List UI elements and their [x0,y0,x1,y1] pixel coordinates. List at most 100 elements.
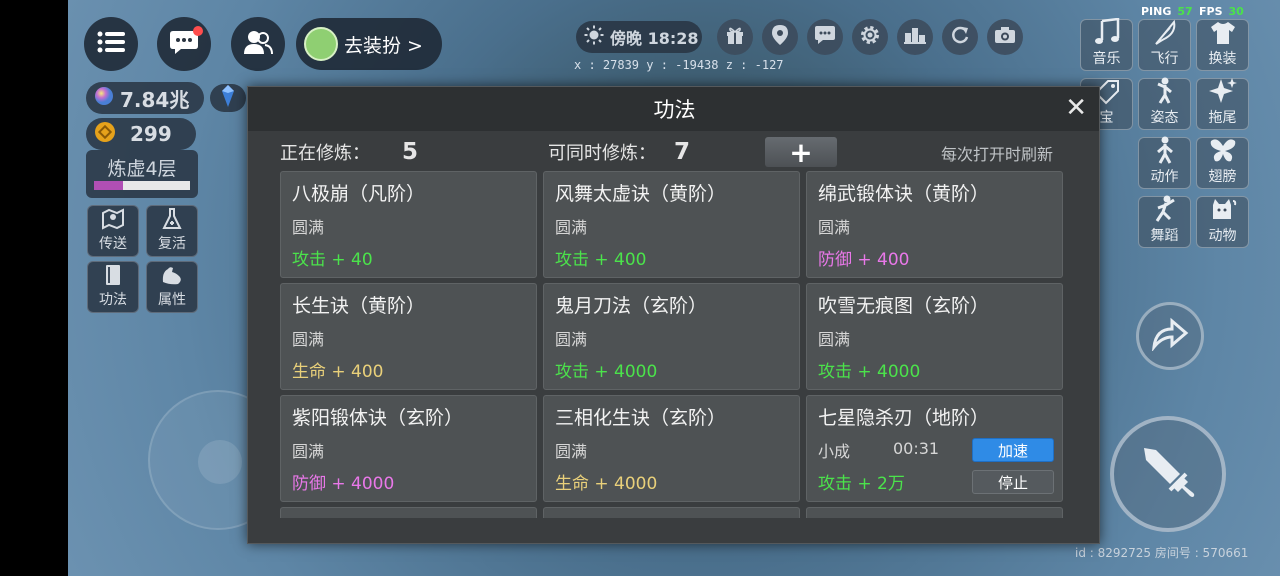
technique-card[interactable]: 绵武锻体诀（黄阶） 圆满 防御 + 400 [806,171,1063,278]
camera-icon [994,26,1016,48]
technique-level: 圆满 [292,330,325,349]
ranking-button[interactable] [897,19,933,55]
speed-up-button[interactable]: 加速 [972,438,1054,462]
dancer-icon [1150,195,1180,223]
training-count: 5 [402,139,419,165]
technique-level: 小成 [818,442,851,461]
technique-name: 长生诀（黄阶） [292,295,426,317]
game-screen: 去装扮 > 傍晚 18:28 x : 27839 y : -19438 z : … [0,0,1280,576]
message-icon [814,25,836,49]
coordinates: x : 27839 y : -19438 z : -127 [574,58,784,72]
dance-label: 舞蹈 [1150,228,1179,244]
technique-level: 圆满 [292,442,325,461]
settings-icon [859,24,881,50]
add-slot-button[interactable]: + [765,135,837,169]
technique-card[interactable]: 八极崩（凡阶） 圆满 攻击 + 40 [280,171,537,278]
dress-up-button[interactable]: 去装扮 > [296,18,442,70]
menu-button[interactable] [84,17,138,71]
currency-coins-value: 299 [130,122,172,146]
pose-figure-icon [1150,77,1180,105]
outfit-button[interactable]: 换装 [1196,19,1249,71]
wings-label: 翅膀 [1208,169,1237,185]
animal-button[interactable]: 动物 [1196,196,1249,248]
music-note-icon [1092,18,1122,46]
music-label: 音乐 [1092,51,1121,67]
music-button[interactable]: 音乐 [1080,18,1133,71]
technique-effect: 防御 + 4000 [292,474,395,494]
wings-button[interactable]: 翅膀 [1196,137,1249,189]
fps-indicator: FPS 30 [1199,5,1244,18]
attributes-button[interactable]: 属性 [146,261,198,313]
outfit-label: 换装 [1208,51,1237,67]
sun-icon [584,25,604,49]
technique-card[interactable]: 吹雪无痕图（玄阶） 圆满 攻击 + 4000 [806,283,1063,390]
animal-label: 动物 [1208,228,1237,244]
technique-effect: 生命 + 400 [292,362,384,382]
joystick-knob[interactable] [198,440,242,484]
action-label: 动作 [1150,169,1179,185]
refresh-button[interactable] [942,19,978,55]
gift-button[interactable] [717,19,753,55]
avatar [304,27,338,61]
pose-button[interactable]: 姿态 [1138,77,1191,130]
flask-icon [159,208,185,230]
dress-up-label: 去装扮 > [344,34,423,57]
technique-level: 圆满 [818,330,851,349]
friends-button[interactable] [231,17,285,71]
technique-effect: 生命 + 4000 [555,474,658,494]
ping-indicator: PING 57 [1141,5,1193,18]
settings-button[interactable] [852,19,888,55]
crystal-badge [210,84,246,112]
technique-card[interactable]: 紫阳锻体诀（玄阶） 圆满 防御 + 4000 [280,395,537,502]
technique-card[interactable]: 三相化生诀（玄阶） 圆满 生命 + 4000 [543,395,800,502]
location-button[interactable] [762,19,798,55]
trail-button[interactable]: 拖尾 [1196,78,1249,130]
technique-level: 圆满 [555,218,588,237]
jump-button[interactable] [1136,302,1204,370]
technique-effect: 攻击 + 2万 [818,474,905,494]
panel-header: 功法 [248,87,1099,131]
panel-footer [248,518,1099,543]
revive-button[interactable]: 复活 [146,205,198,257]
technique-name: 绵武锻体诀（黄阶） [818,183,990,205]
attack-button[interactable] [1110,416,1226,532]
book-icon [100,264,126,286]
technique-name: 八极崩（凡阶） [292,183,426,205]
plus-icon: + [789,135,813,169]
jump-icon [1150,317,1190,355]
camera-button[interactable] [987,19,1023,55]
technique-name: 紫阳锻体诀（玄阶） [292,407,464,429]
technique-effect: 攻击 + 4000 [818,362,921,382]
currency-gems: 7.84兆 [86,82,204,114]
technique-level: 圆满 [818,218,851,237]
attributes-label: 属性 [158,292,186,308]
close-icon[interactable]: ✕ [1065,95,1087,121]
panel-title: 功法 [653,98,696,122]
currency-coins: 299 [86,118,196,150]
stop-label: 停止 [997,473,1028,492]
realm-label: 炼虚4层 [107,158,177,180]
techniques-panel: 功法 ✕ 正在修炼： 5 可同时修炼： 7 + 每次打开时刷新 八极崩（凡阶） 圆满… [247,86,1100,544]
chat-button[interactable] [157,17,211,71]
technique-card[interactable]: 鬼月刀法（玄阶） 圆满 攻击 + 4000 [543,283,800,390]
training-timer: 00:31 [893,439,940,458]
technique-level: 圆满 [292,218,325,237]
orb-icon [94,86,114,111]
technique-name: 七星隐杀刃（地阶） [818,407,990,429]
fly-button[interactable]: 飞行 [1138,19,1191,71]
cat-icon [1208,197,1238,223]
treasure-label: 宝 [1099,110,1114,126]
butterfly-icon [1208,138,1238,164]
stop-button[interactable]: 停止 [972,470,1054,494]
technique-card-active[interactable]: 七星隐杀刃（地阶） 小成 00:31 加速 攻击 + 2万 停止 [806,395,1063,502]
technique-card[interactable]: 风舞太虚诀（黄阶） 圆满 攻击 + 400 [543,171,800,278]
technique-card[interactable]: 长生诀（黄阶） 圆满 生命 + 400 [280,283,537,390]
teleport-button[interactable]: 传送 [87,205,139,257]
shirt-icon [1208,20,1238,46]
technique-effect: 攻击 + 4000 [555,362,658,382]
dance-button[interactable]: 舞蹈 [1138,195,1191,248]
techniques-button[interactable]: 功法 [87,261,139,313]
techniques-label: 功法 [99,292,127,308]
message-button[interactable] [807,19,843,55]
action-button[interactable]: 动作 [1138,136,1191,189]
